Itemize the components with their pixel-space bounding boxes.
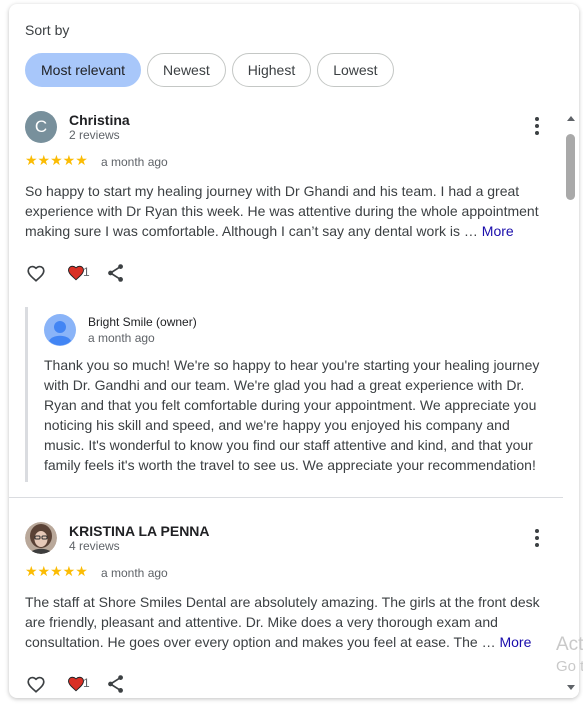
review-actions: 1 xyxy=(25,673,145,695)
scroll-down-arrow-icon[interactable] xyxy=(567,685,575,690)
reviews-panel: Sort by Most relevant Newest Highest Low… xyxy=(9,4,579,698)
share-icon[interactable] xyxy=(105,673,127,695)
reviewer-name[interactable]: KRISTINA LA PENNA xyxy=(69,523,210,539)
watermark-line-2: Go t xyxy=(556,658,583,675)
star-rating: ★★★★★ xyxy=(25,563,88,579)
reviewer-photo-avatar[interactable] xyxy=(25,522,57,554)
review-date: a month ago xyxy=(101,566,168,580)
like-outline-icon[interactable] xyxy=(25,673,47,695)
scrollbar-track[interactable] xyxy=(564,4,579,698)
review-text: The staff at Shore Smiles Dental are abs… xyxy=(25,592,549,652)
reviewer-review-count: 4 reviews xyxy=(69,539,120,553)
reaction-count: 1 xyxy=(83,676,90,690)
review-text-body: The staff at Shore Smiles Dental are abs… xyxy=(25,594,540,650)
more-options-icon[interactable] xyxy=(527,527,547,549)
review-item: KRISTINA LA PENNA 4 reviews ★★★★★ a mont… xyxy=(9,4,564,698)
scroll-up-arrow-icon[interactable] xyxy=(567,116,575,121)
watermark-line-1: Act xyxy=(556,634,583,655)
activation-watermark: Act Go t xyxy=(556,634,583,678)
review-more-link[interactable]: More xyxy=(499,634,531,650)
scrollbar-thumb[interactable] xyxy=(566,134,575,200)
